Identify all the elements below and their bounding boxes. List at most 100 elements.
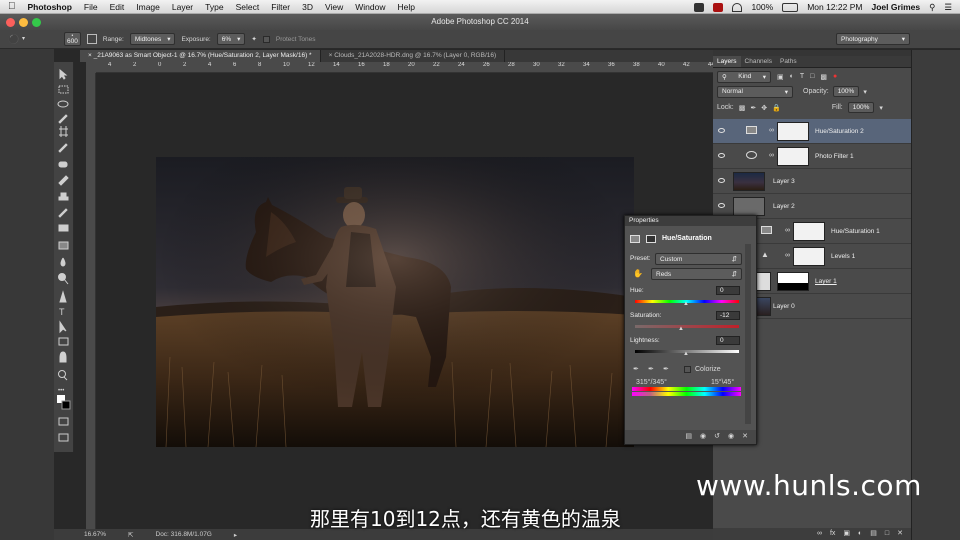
tab-close-icon[interactable]: × [88, 52, 92, 59]
range-select[interactable]: Midtones ▾ [129, 33, 176, 45]
eyedropper-minus-icon[interactable]: ✒ [663, 365, 669, 373]
layer-name[interactable]: Layer 2 [773, 203, 795, 210]
user-name[interactable]: Joel Grimes [871, 2, 920, 12]
document-image[interactable] [156, 157, 634, 447]
tab-layers[interactable]: Layers [713, 56, 741, 67]
zoom-button[interactable] [32, 18, 41, 27]
menu-file[interactable]: File [84, 2, 98, 12]
add-mask-icon[interactable]: ▣ [843, 528, 850, 540]
lightness-input[interactable]: 0 [716, 336, 740, 345]
layer-row[interactable]: Layer 3 [713, 169, 911, 194]
visibility-eye-icon[interactable] [718, 178, 725, 183]
zoom-level[interactable]: 16.67% [84, 531, 106, 538]
brush-size-picker[interactable]: • 600 [64, 32, 81, 46]
filter-toggle-icon[interactable]: ● [833, 73, 837, 80]
properties-header[interactable]: Properties [625, 216, 756, 226]
shape-filter-icon[interactable]: □ [810, 73, 814, 80]
brush-panel-icon[interactable] [86, 34, 97, 44]
menu-edit[interactable]: Edit [110, 2, 125, 12]
list-icon[interactable]: ☰ [944, 2, 952, 13]
layer-name[interactable]: Photo Filter 1 [815, 153, 854, 160]
menu-filter[interactable]: Filter [271, 2, 290, 12]
hue-slider-thumb[interactable]: ▲ [683, 301, 689, 307]
lock-pixels-icon[interactable]: ✒ [750, 104, 756, 112]
layer-name[interactable]: Levels 1 [831, 253, 855, 260]
blend-mode-select[interactable]: Normal ▾ [717, 85, 793, 98]
menu-image[interactable]: Image [136, 2, 160, 12]
eyedropper-icon[interactable]: ✒ [633, 365, 639, 373]
search-icon[interactable]: ⚲ [929, 2, 935, 13]
menu-layer[interactable]: Layer [172, 2, 193, 12]
saturation-slider-thumb[interactable]: ▲ [678, 326, 684, 332]
eyedropper-plus-icon[interactable]: ✒ [648, 365, 654, 373]
layer-name[interactable]: Layer 1 [815, 278, 837, 285]
lock-position-icon[interactable]: ✥ [761, 104, 767, 112]
layer-name[interactable]: Layer 0 [773, 303, 795, 310]
menu-select[interactable]: Select [236, 2, 260, 12]
layer-filter-select[interactable]: ⚲ Kind ▾ [717, 70, 771, 83]
workspace-select[interactable]: Photography ▾ [836, 33, 910, 45]
menu-window[interactable]: Window [355, 2, 385, 12]
protect-tones-checkbox[interactable] [262, 35, 270, 43]
clock[interactable]: Mon 12:22 PM [807, 2, 862, 12]
chevron-down-icon[interactable]: ▾ [879, 104, 883, 112]
dodge-tool-icon[interactable]: ⚫ [8, 34, 19, 45]
layer-style-icon[interactable]: fx [830, 528, 835, 540]
tool-preset-chevron-icon[interactable]: ▾ [22, 35, 25, 42]
lock-all-icon[interactable]: 🔒 [772, 104, 781, 112]
tab-close-icon[interactable]: × [329, 52, 333, 59]
adjustment-filter-icon[interactable]: ◐ [790, 73, 794, 80]
battery-icon[interactable] [782, 2, 799, 12]
tab-channels[interactable]: Channels [741, 56, 776, 67]
new-group-icon[interactable]: ▤ [870, 528, 877, 540]
type-filter-icon[interactable]: T [800, 73, 804, 80]
layer-mask-thumbnail[interactable] [793, 247, 825, 266]
visibility-eye-icon[interactable] [718, 153, 725, 158]
mask-icon[interactable] [646, 235, 656, 243]
lock-transparent-icon[interactable]: ▩ [739, 104, 746, 112]
smart-filter-icon[interactable]: ▩ [820, 73, 827, 81]
chain-link-icon[interactable]: ∞ [769, 152, 774, 159]
menu-3d[interactable]: 3D [302, 2, 313, 12]
layer-thumbnail[interactable] [733, 172, 765, 191]
trash-icon[interactable]: ✕ [742, 430, 748, 444]
hue-input[interactable]: 0 [716, 286, 740, 295]
status-menu-chevron-icon[interactable]: ▸ [234, 531, 237, 539]
saturation-input[interactable]: -12 [716, 311, 740, 320]
adobe-icon[interactable] [713, 2, 724, 12]
new-adjustment-icon[interactable]: ◐ [858, 528, 862, 540]
colorize-checkbox[interactable] [684, 366, 691, 373]
reset-icon[interactable]: ↺ [714, 430, 720, 444]
wifi-icon[interactable] [732, 2, 743, 12]
trash-icon[interactable]: ✕ [897, 528, 903, 540]
targeted-adjustment-hand-icon[interactable]: ✋ [633, 269, 643, 278]
share-icon[interactable]: ⇱ [128, 531, 133, 539]
visibility-eye-icon[interactable] [718, 203, 725, 208]
link-layers-icon[interactable]: ∞ [817, 528, 822, 540]
properties-scrollbar[interactable] [745, 244, 751, 424]
output-color-bar[interactable] [632, 392, 741, 396]
channel-select[interactable]: Reds ⇵ [651, 268, 742, 280]
layer-mask-thumbnail[interactable] [777, 147, 809, 166]
layer-name[interactable]: Hue/Saturation 2 [815, 128, 864, 135]
fill-input[interactable]: 100% [847, 102, 875, 113]
new-layer-icon[interactable]: □ [885, 528, 889, 540]
doc-size[interactable]: Doc: 316.8M/1.07G [156, 531, 212, 538]
layer-mask-thumbnail[interactable] [777, 272, 809, 291]
chevron-down-icon[interactable]: ▾ [863, 88, 867, 96]
layer-name[interactable]: Layer 3 [773, 178, 795, 185]
visibility-eye-icon[interactable]: ◉ [728, 430, 734, 444]
visibility-eye-icon[interactable] [718, 128, 725, 133]
opacity-input[interactable]: 100% [832, 86, 860, 97]
menu-type[interactable]: Type [205, 2, 223, 12]
tab-paths[interactable]: Paths [776, 56, 801, 67]
chain-link-icon[interactable]: ∞ [785, 227, 790, 234]
airbrush-icon[interactable]: ✦ [251, 35, 256, 43]
layer-thumbnail[interactable] [733, 197, 765, 216]
layer-mask-thumbnail[interactable] [793, 222, 825, 241]
chain-link-icon[interactable]: ∞ [785, 252, 790, 259]
preset-select[interactable]: Custom ⇵ [655, 253, 742, 265]
layer-mask-thumbnail[interactable] [777, 122, 809, 141]
layer-row[interactable]: ∞ Hue/Saturation 2 [713, 119, 911, 144]
menu-view[interactable]: View [325, 2, 343, 12]
